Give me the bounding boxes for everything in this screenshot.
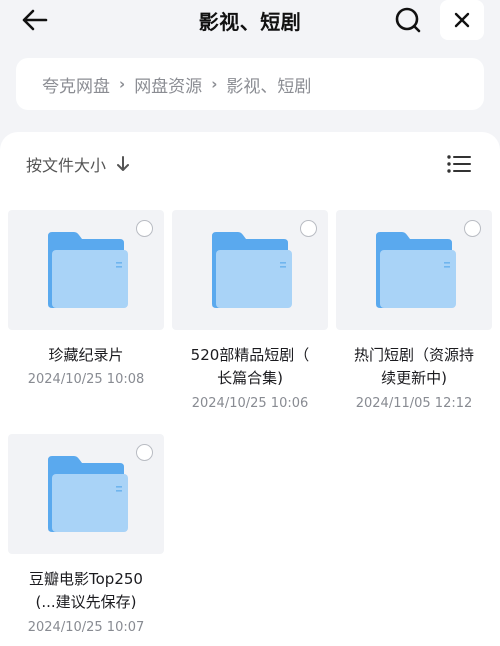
- file-panel: 按文件大小 珍藏纪录片 2024/10/25 10:08 520部精品短剧（ 长…: [0, 132, 500, 646]
- file-name: 豆瓣电影Top250 (...建议先保存): [29, 570, 143, 611]
- sort-label: 按文件大小: [26, 156, 107, 175]
- arrow-down-icon: [117, 156, 130, 171]
- folder-icon: [48, 456, 128, 532]
- file-date: 2024/10/25 10:06: [191, 396, 309, 411]
- file-date: 2024/10/25 10:07: [27, 620, 145, 635]
- breadcrumb-item-root[interactable]: 夸克网盘: [42, 72, 110, 97]
- folder-icon: [376, 232, 456, 308]
- breadcrumb-item-resources[interactable]: 网盘资源: [134, 72, 202, 97]
- select-radio[interactable]: [300, 220, 317, 237]
- file-name: 珍藏纪录片: [48, 346, 124, 364]
- file-name: 热门短剧（资源持 续更新中): [353, 346, 474, 387]
- breadcrumb: 夸克网盘 › 网盘资源 › 影视、短剧: [16, 58, 484, 110]
- file-thumbnail: [8, 210, 164, 330]
- search-button[interactable]: [390, 2, 426, 38]
- select-radio[interactable]: [464, 220, 481, 237]
- file-date: 2024/11/05 12:12: [355, 396, 473, 411]
- top-bar: 影视、短剧: [0, 0, 500, 44]
- folder-icon: [212, 232, 292, 308]
- view-toggle-button[interactable]: [444, 150, 474, 178]
- folder-icon: [48, 232, 128, 308]
- search-icon: [395, 7, 421, 33]
- close-button[interactable]: [440, 0, 484, 40]
- close-icon: [454, 12, 470, 28]
- file-date: 2024/10/25 10:08: [27, 372, 145, 387]
- breadcrumb-item-current: 影视、短剧: [226, 76, 312, 97]
- file-thumbnail: [172, 210, 328, 330]
- file-thumbnail: [8, 434, 164, 554]
- select-radio[interactable]: [136, 220, 153, 237]
- select-radio[interactable]: [136, 444, 153, 461]
- list-view-icon: [447, 155, 471, 173]
- chevron-right-icon: ›: [119, 75, 126, 93]
- file-name: 520部精品短剧（ 长篇合集): [190, 346, 310, 387]
- sort-button[interactable]: 按文件大小: [26, 152, 130, 176]
- chevron-right-icon: ›: [211, 75, 218, 93]
- file-thumbnail: [336, 210, 492, 330]
